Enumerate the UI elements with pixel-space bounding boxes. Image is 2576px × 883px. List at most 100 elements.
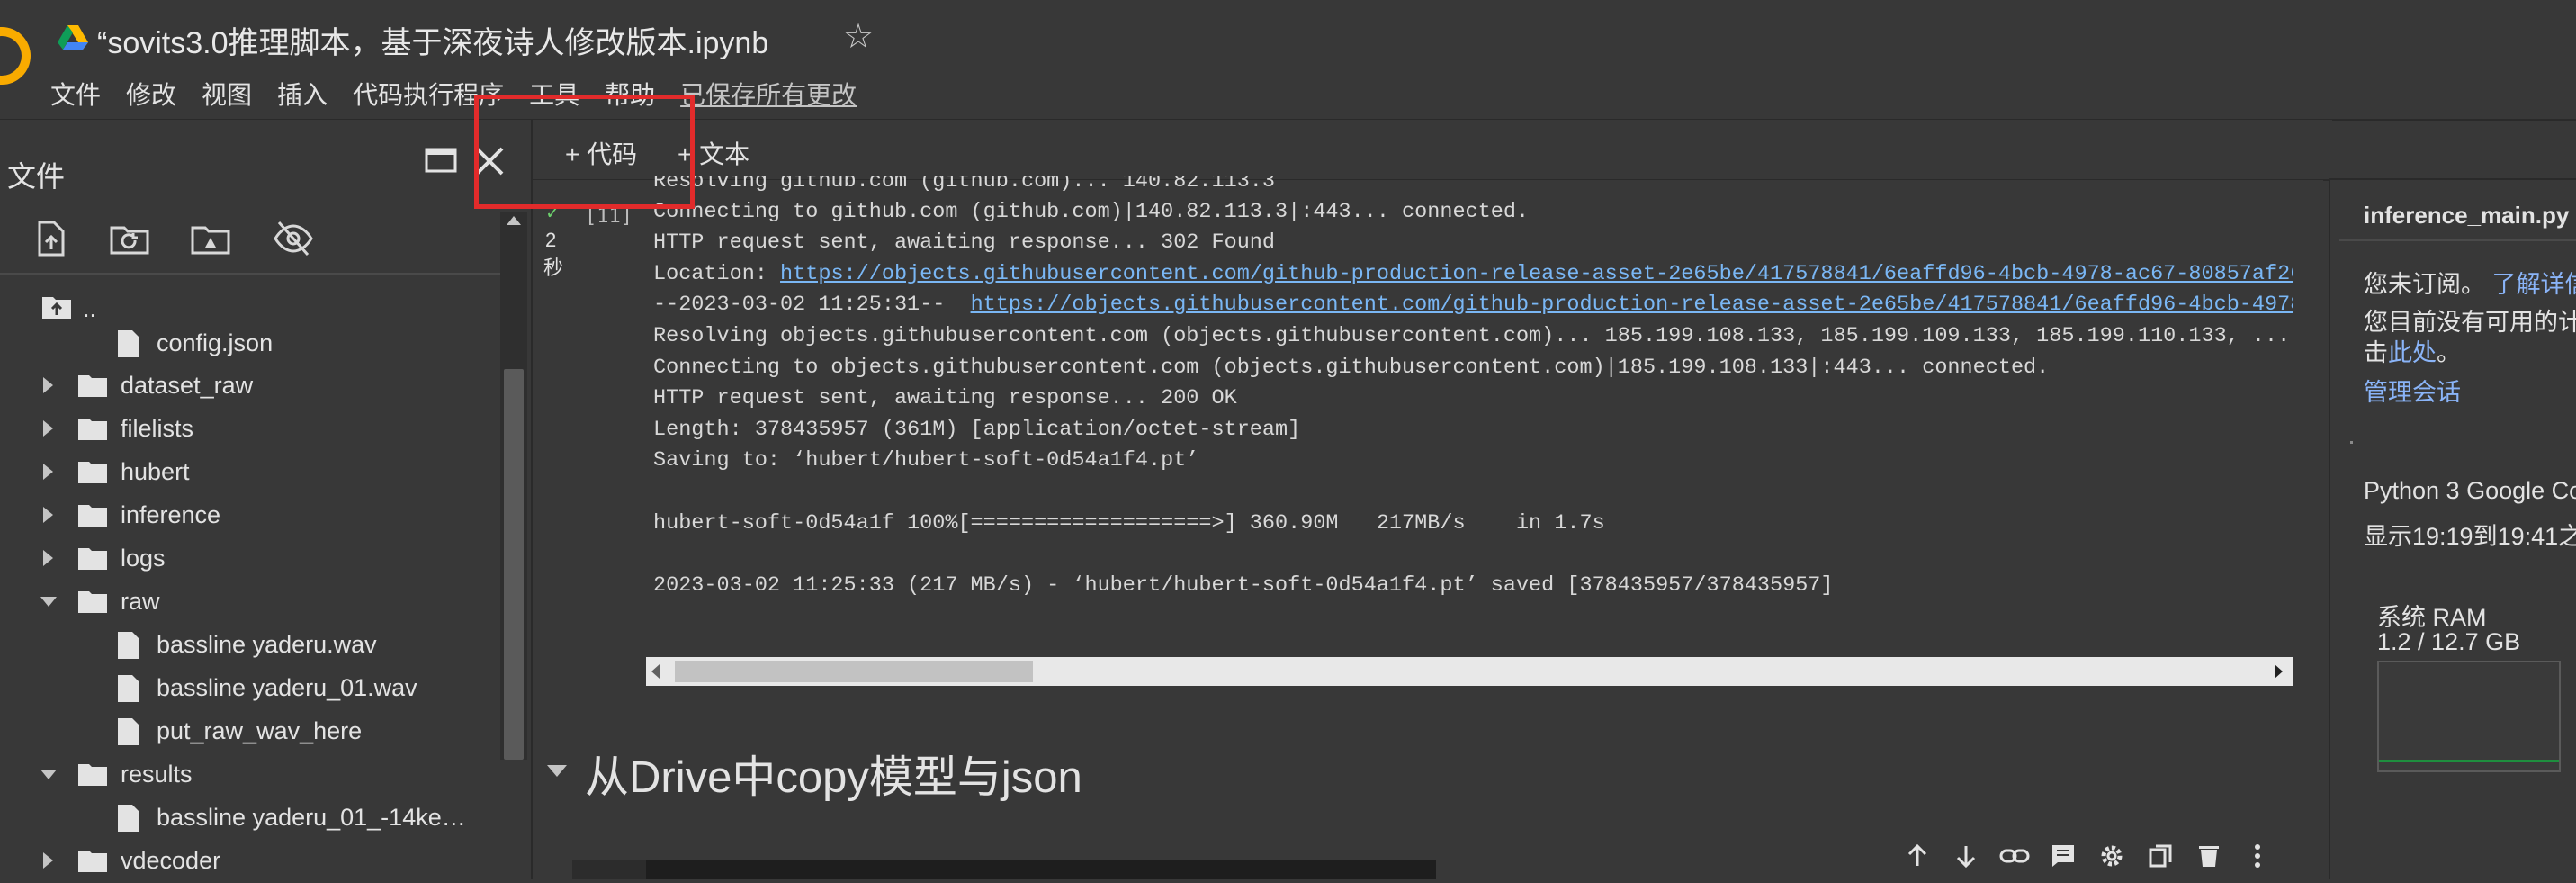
google-drive-icon[interactable]	[58, 23, 88, 50]
move-down-icon[interactable]	[1947, 837, 1985, 875]
folder-icon	[78, 419, 107, 440]
tree-item-filelists[interactable]: filelists	[0, 410, 486, 451]
here-link[interactable]: 此处	[2388, 339, 2437, 366]
output-text: Location:	[653, 262, 781, 286]
file-icon	[118, 330, 139, 357]
link-icon[interactable]	[1996, 837, 2033, 875]
tree-item-config[interactable]: config.json	[0, 324, 486, 365]
tree-item-placeholder[interactable]: put_raw_wav_here	[0, 712, 486, 753]
expand-arrow-icon[interactable]	[43, 507, 53, 523]
menu-edit[interactable]: 修改	[126, 76, 176, 112]
scroll-up-arrow-icon[interactable]	[507, 216, 521, 225]
tree-item-results[interactable]: results	[0, 755, 486, 797]
file-icon	[118, 675, 139, 702]
output-link[interactable]: https://objects.githubusercontent.com/gi…	[780, 262, 2293, 286]
ram-value: 1.2 / 12.7 GB	[2377, 628, 2521, 655]
open-in-tab-icon[interactable]	[425, 147, 457, 174]
sidebar-scrollbar-thumb[interactable]	[504, 369, 524, 760]
expand-arrow-icon[interactable]	[43, 464, 53, 480]
elapsed-time: 2	[545, 229, 557, 251]
collapse-arrow-icon[interactable]	[40, 770, 57, 779]
tree-item-dataset-raw[interactable]: dataset_raw	[0, 366, 486, 408]
tree-item-label: put_raw_wav_here	[157, 717, 363, 744]
text: 。	[2437, 339, 2461, 366]
tree-item-label: config.json	[157, 329, 274, 356]
sidebar-title: 文件	[7, 160, 66, 193]
more-options-icon[interactable]	[2239, 837, 2276, 875]
tree-item-label: bassline yaderu_01_-14ke…	[157, 804, 466, 831]
expand-arrow-icon[interactable]	[43, 852, 53, 869]
folder-icon	[78, 375, 107, 397]
output-line: HTTP request sent, awaiting response... …	[653, 386, 1237, 410]
tree-item-inference[interactable]: inference	[0, 496, 486, 537]
display-range: 显示19:19到19:41之	[2364, 523, 2576, 550]
tree-item-vdecoder[interactable]: vdecoder	[0, 842, 486, 883]
tree-item-wav[interactable]: bassline yaderu_01.wav	[0, 669, 486, 710]
output-line: Length: 378435957 (361M) [application/oc…	[653, 418, 1301, 442]
tree-item-label: logs	[121, 545, 166, 572]
learn-more-link[interactable]: 了解详信	[2492, 271, 2576, 298]
notebook-toolbar	[533, 120, 2332, 181]
menu-view[interactable]: 视图	[202, 76, 252, 112]
settings-gear-icon[interactable]	[2093, 837, 2131, 875]
move-up-icon[interactable]	[1898, 837, 1936, 875]
expand-arrow-icon[interactable]	[43, 377, 53, 393]
tree-item-logs[interactable]: logs	[0, 539, 486, 581]
elapsed-unit: 秒	[543, 257, 564, 279]
output-line: 2023-03-02 11:25:33 (217 MB/s) - ‘hubert…	[653, 573, 1834, 598]
folder-icon	[78, 851, 107, 872]
scroll-left-arrow-icon[interactable]	[651, 664, 660, 679]
file-icon	[118, 805, 139, 832]
star-icon[interactable]: ☆	[843, 16, 874, 57]
output-line: Resolving github.com (github.com)... 140…	[653, 176, 1276, 194]
scroll-right-arrow-icon[interactable]	[2275, 664, 2283, 679]
output-line: Location: https://objects.githubusercont…	[653, 262, 2293, 293]
tree-item-label: ..	[83, 295, 97, 322]
tree-item-label: vdecoder	[121, 847, 221, 874]
delete-icon[interactable]	[2190, 837, 2228, 875]
subscription-status: 您未订阅。 了解详信	[2364, 265, 2576, 300]
tree-item-raw[interactable]: raw	[0, 582, 486, 624]
expand-arrow-icon[interactable]	[43, 550, 53, 566]
tree-item-label: bassline yaderu_01.wav	[157, 674, 417, 701]
horizontal-scrollbar-thumb[interactable]	[675, 661, 1033, 682]
folder-icon	[78, 764, 107, 786]
divider	[0, 273, 500, 275]
divider	[2339, 239, 2576, 241]
output-line: Connecting to objects.githubusercontent.…	[653, 356, 2050, 380]
file-icon	[118, 718, 139, 745]
menu-insert[interactable]: 插入	[277, 76, 328, 112]
output-line: --2023-03-02 11:25:31-- https://objects.…	[653, 293, 2293, 323]
tree-item-label: bassline yaderu.wav	[157, 631, 377, 658]
save-status[interactable]: 已保存所有更改	[680, 76, 857, 112]
tree-item-result-file[interactable]: bassline yaderu_01_-14ke…	[0, 798, 486, 840]
mount-drive-icon[interactable]	[189, 217, 232, 260]
subscription-text: 击此处。	[2364, 333, 2461, 368]
tree-item-label: inference	[121, 501, 221, 528]
notebook-title[interactable]: “sovits3.0推理脚本，基于深夜诗人修改版本.ipynb	[97, 18, 768, 62]
upload-file-icon[interactable]	[29, 217, 72, 260]
collapse-section-icon[interactable]	[547, 765, 567, 777]
collapse-arrow-icon[interactable]	[40, 597, 57, 607]
subscription-text: 您未订阅。	[2364, 271, 2485, 298]
mirror-cell-icon[interactable]	[2141, 837, 2179, 875]
hide-files-icon[interactable]	[272, 217, 315, 260]
refresh-folder-icon[interactable]	[108, 217, 151, 260]
tree-item-label: raw	[121, 588, 160, 615]
next-code-cell[interactable]	[572, 860, 1436, 879]
text: 击	[2364, 339, 2388, 366]
cell-output: Resolving github.com (github.com)... 140…	[653, 176, 2293, 608]
output-link[interactable]: https://objects.githubusercontent.com/gi…	[971, 293, 2293, 317]
comment-icon[interactable]	[2044, 837, 2082, 875]
tree-item-hubert[interactable]: hubert	[0, 453, 486, 494]
ram-usage-line	[2379, 760, 2559, 762]
tree-item-label: dataset_raw	[121, 372, 254, 399]
output-line: Resolving objects.githubusercontent.com …	[653, 324, 2291, 348]
cell-toolbar	[1898, 837, 2276, 875]
menu-file[interactable]: 文件	[50, 76, 101, 112]
output-line: hubert-soft-0d54a1f 100%[===============…	[653, 511, 1605, 536]
output-line: HTTP request sent, awaiting response... …	[653, 230, 1276, 255]
manage-sessions-link[interactable]: 管理会话	[2364, 373, 2461, 408]
expand-arrow-icon[interactable]	[43, 420, 53, 437]
tree-item-wav[interactable]: bassline yaderu.wav	[0, 626, 486, 667]
